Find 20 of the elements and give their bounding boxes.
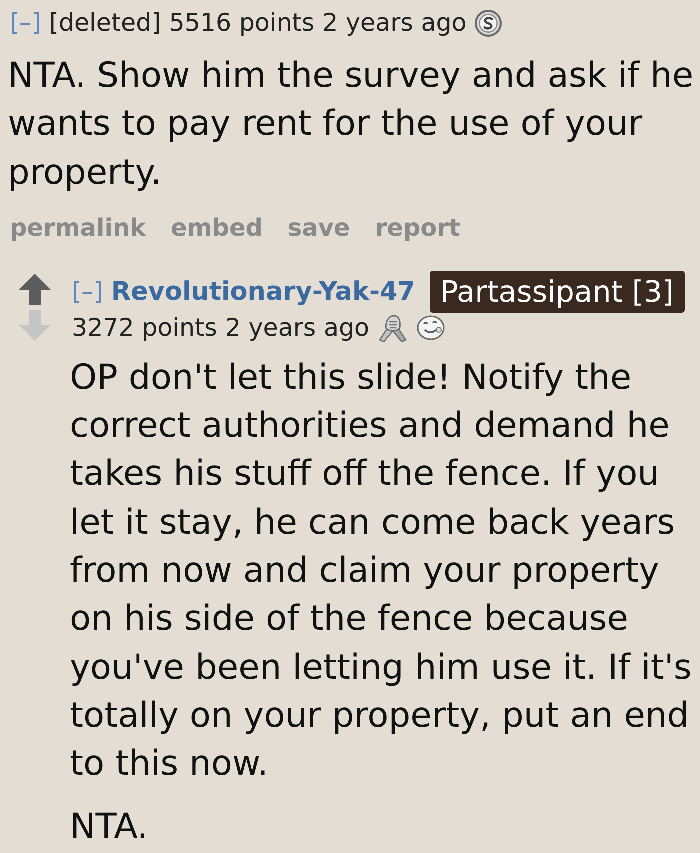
action-link[interactable]: report — [375, 212, 460, 243]
action-link[interactable]: permalink — [10, 212, 146, 243]
coin-icon — [474, 10, 502, 36]
upvote-arrow-icon[interactable] — [18, 272, 52, 306]
action-link[interactable]: save — [288, 212, 350, 243]
author-name: [deleted] — [49, 7, 162, 39]
comment-text: OP don't let this slide! Notify the correct authorities and demand he takes his stuff off the fence. If you let it stay, he can come back years from now and claim your property on his side of the fence because you've been letting him use it. If it's totally on your property, put an end to this now. — [70, 356, 693, 786]
timestamp: 2 years ago — [225, 312, 370, 343]
action-link[interactable]: embed — [171, 212, 263, 243]
points-text: 3272 points — [72, 312, 218, 343]
timestamp: 2 years ago — [322, 7, 467, 39]
user-flair: Partassipant [3] — [430, 270, 686, 313]
clasped-hands-icon — [378, 314, 408, 342]
smiley-icon — [416, 314, 446, 341]
collapse-button[interactable]: [–] — [10, 8, 42, 38]
comment-text: NTA. — [70, 806, 150, 849]
author-link[interactable]: Revolutionary-Yak-47 — [111, 272, 416, 312]
points-text: 5516 points — [169, 7, 315, 39]
comment-text: NTA. Show him the survey and ask if he wants to pay rent for the use of your property. — [8, 55, 695, 195]
collapse-button[interactable]: [–] — [72, 276, 104, 307]
